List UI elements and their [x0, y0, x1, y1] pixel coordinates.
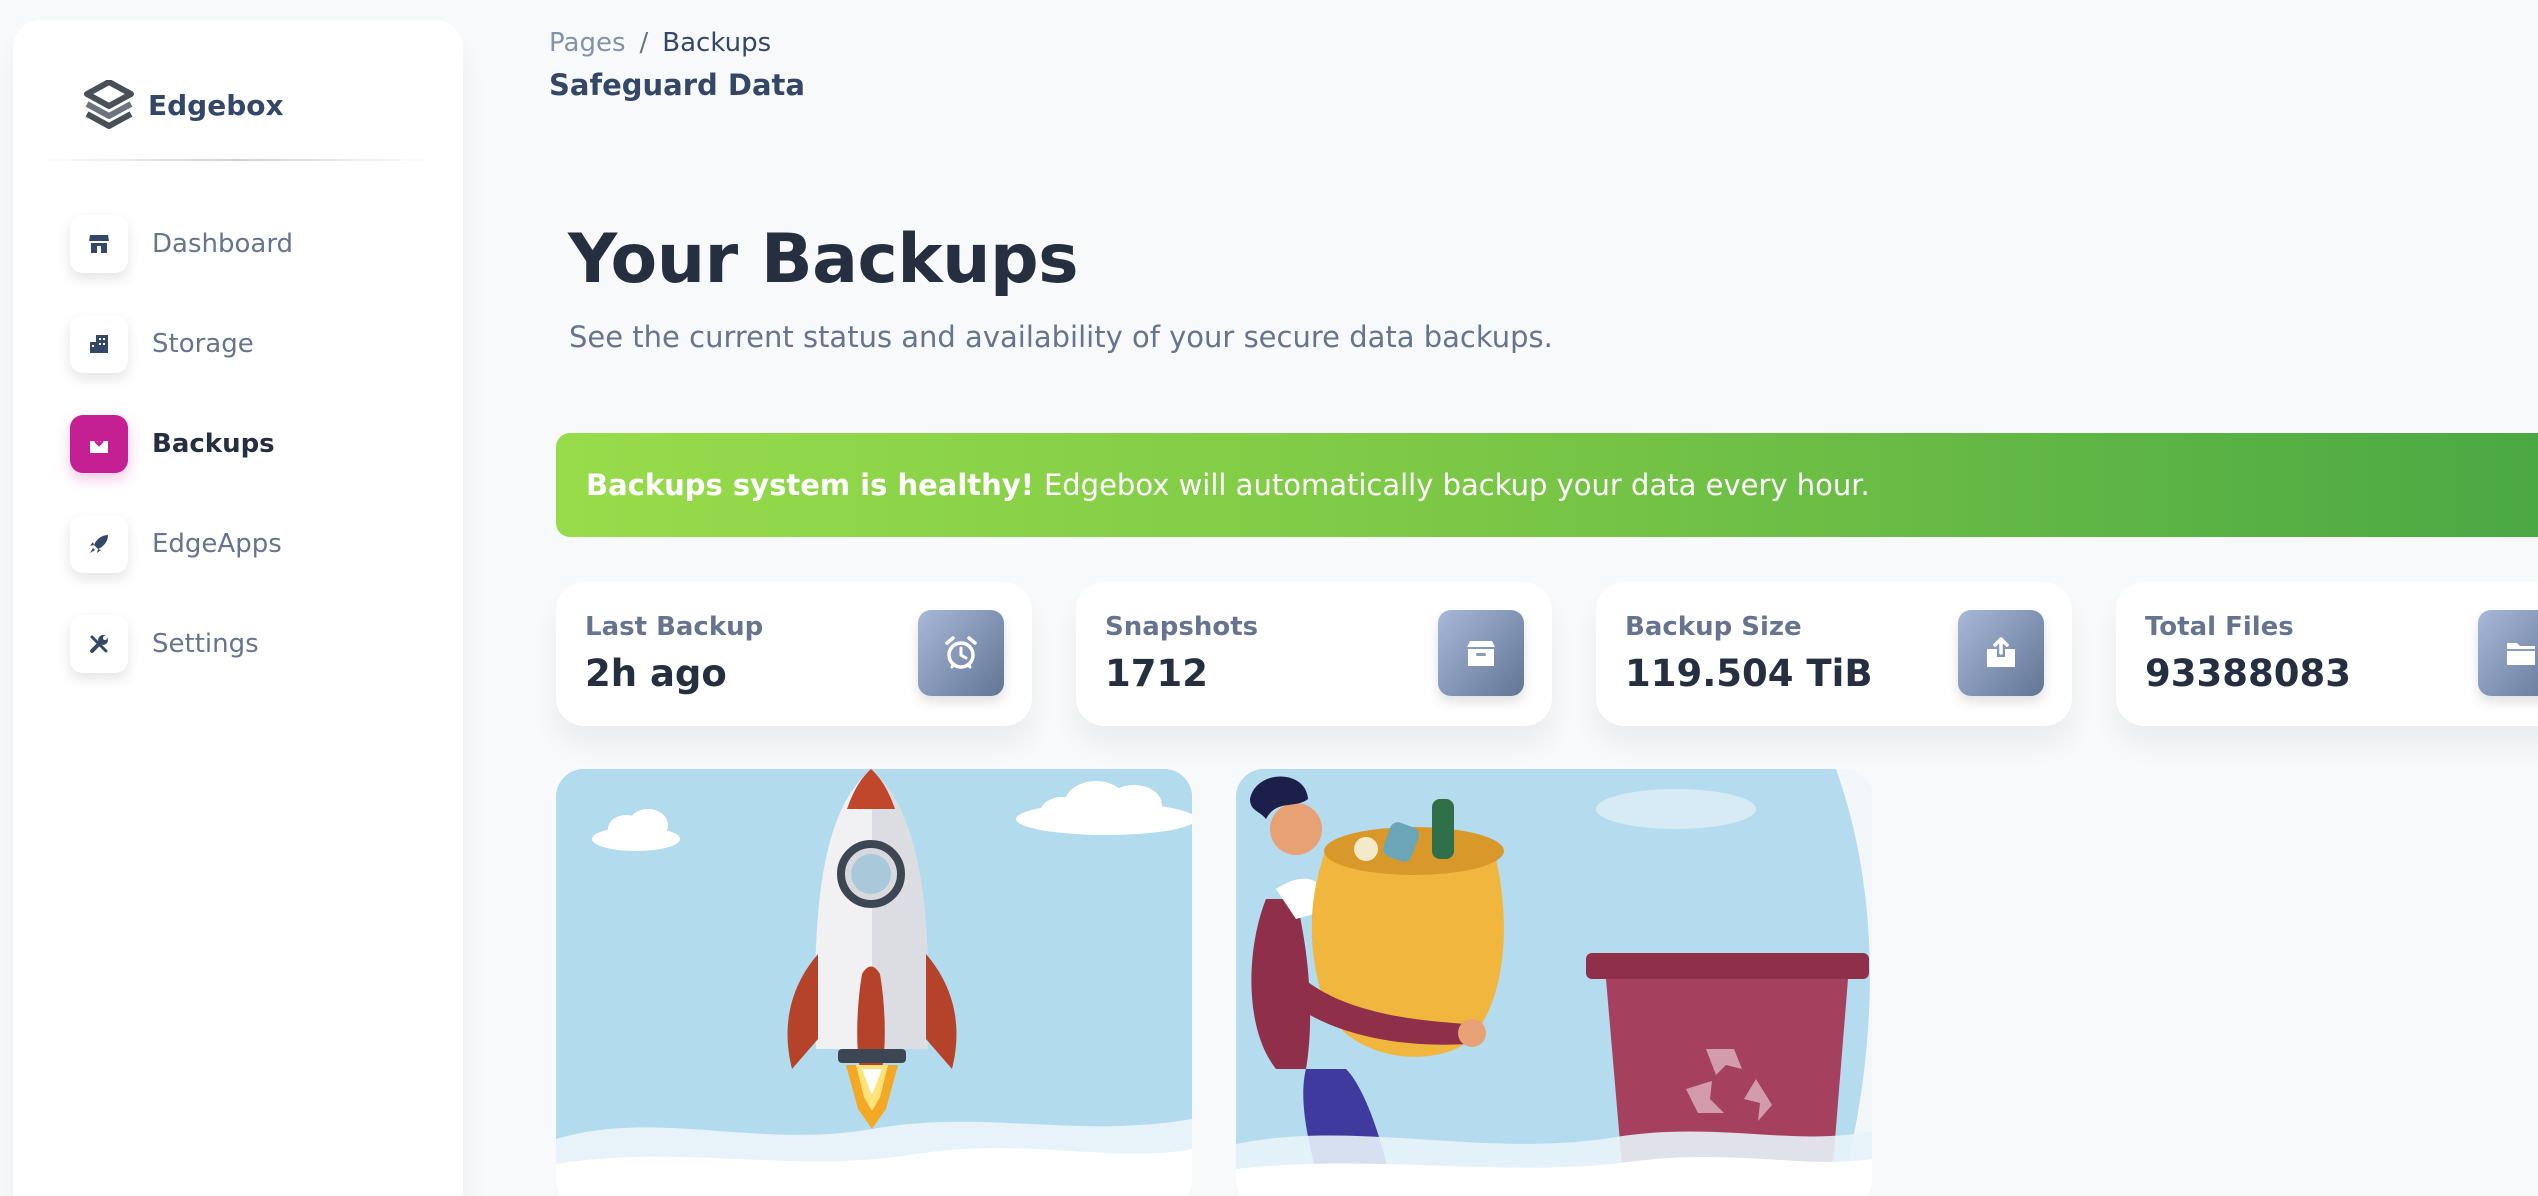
sidebar-item-storage[interactable]: Storage: [70, 314, 254, 374]
alarm-clock-icon: [918, 610, 1004, 696]
breadcrumb: Pages / Backups: [549, 28, 771, 58]
sidebar-item-label: EdgeApps: [152, 529, 282, 559]
recycle-illustration-card: [1236, 769, 1872, 1196]
stat-card-snapshots: Snapshots 1712: [1076, 582, 1552, 726]
stat-label: Total Files: [2145, 612, 2294, 642]
sidebar-item-backups[interactable]: Backups: [70, 414, 275, 474]
brand-link[interactable]: Edgebox: [70, 65, 284, 145]
brand-name: Edgebox: [148, 88, 284, 122]
sidebar-item-label: Dashboard: [152, 229, 294, 259]
tools-icon: [70, 615, 128, 673]
stat-label: Last Backup: [585, 612, 764, 642]
recycle-illustration: [1236, 769, 1872, 1196]
sidebar: Edgebox Dashboard Storage Backups EdgeAp…: [13, 20, 463, 1196]
rocket-illustration-card: [556, 769, 1192, 1196]
rocket-illustration: [556, 769, 1192, 1196]
folder-icon: [2478, 610, 2538, 696]
stat-card-total-files: Total Files 93388083: [2116, 582, 2538, 726]
stat-label: Backup Size: [1625, 612, 1802, 642]
box-open-icon: [1958, 610, 2044, 696]
sidebar-divider: [37, 159, 437, 161]
stat-card-backup-size: Backup Size 119.504 TiB: [1596, 582, 2072, 726]
shop-icon: [70, 215, 128, 273]
hero-title: Your Backups: [568, 220, 1079, 299]
stat-value: 1712: [1105, 652, 1208, 695]
page-title: Safeguard Data: [549, 68, 805, 102]
stat-label: Snapshots: [1105, 612, 1259, 642]
stat-value: 2h ago: [585, 652, 727, 695]
rocket-icon: [70, 515, 128, 573]
stat-value: 119.504 TiB: [1625, 652, 1873, 695]
sidebar-item-edgeapps[interactable]: EdgeApps: [70, 514, 282, 574]
alert-text: Edgebox will automatically backup your d…: [1043, 468, 1870, 502]
box-icon: [70, 415, 128, 473]
sidebar-item-settings[interactable]: Settings: [70, 614, 259, 674]
alert-bold-text: Backups system is healthy!: [586, 468, 1034, 502]
breadcrumb-current: Backups: [662, 28, 772, 58]
hero-subtitle: See the current status and availability …: [569, 320, 1553, 354]
sidebar-item-label: Storage: [152, 329, 254, 359]
office-building-icon: [70, 315, 128, 373]
breadcrumb-separator: /: [639, 28, 649, 58]
sidebar-item-label: Settings: [152, 629, 259, 659]
edgebox-logo-icon: [70, 65, 148, 145]
stat-value: 93388083: [2145, 652, 2351, 695]
sidebar-item-label: Backups: [152, 429, 275, 459]
archive-icon: [1438, 610, 1524, 696]
breadcrumb-parent-link[interactable]: Pages: [549, 28, 626, 58]
stat-card-last-backup: Last Backup 2h ago: [556, 582, 1032, 726]
status-alert: Backups system is healthy! Edgebox will …: [556, 433, 2538, 537]
sidebar-item-dashboard[interactable]: Dashboard: [70, 214, 293, 274]
